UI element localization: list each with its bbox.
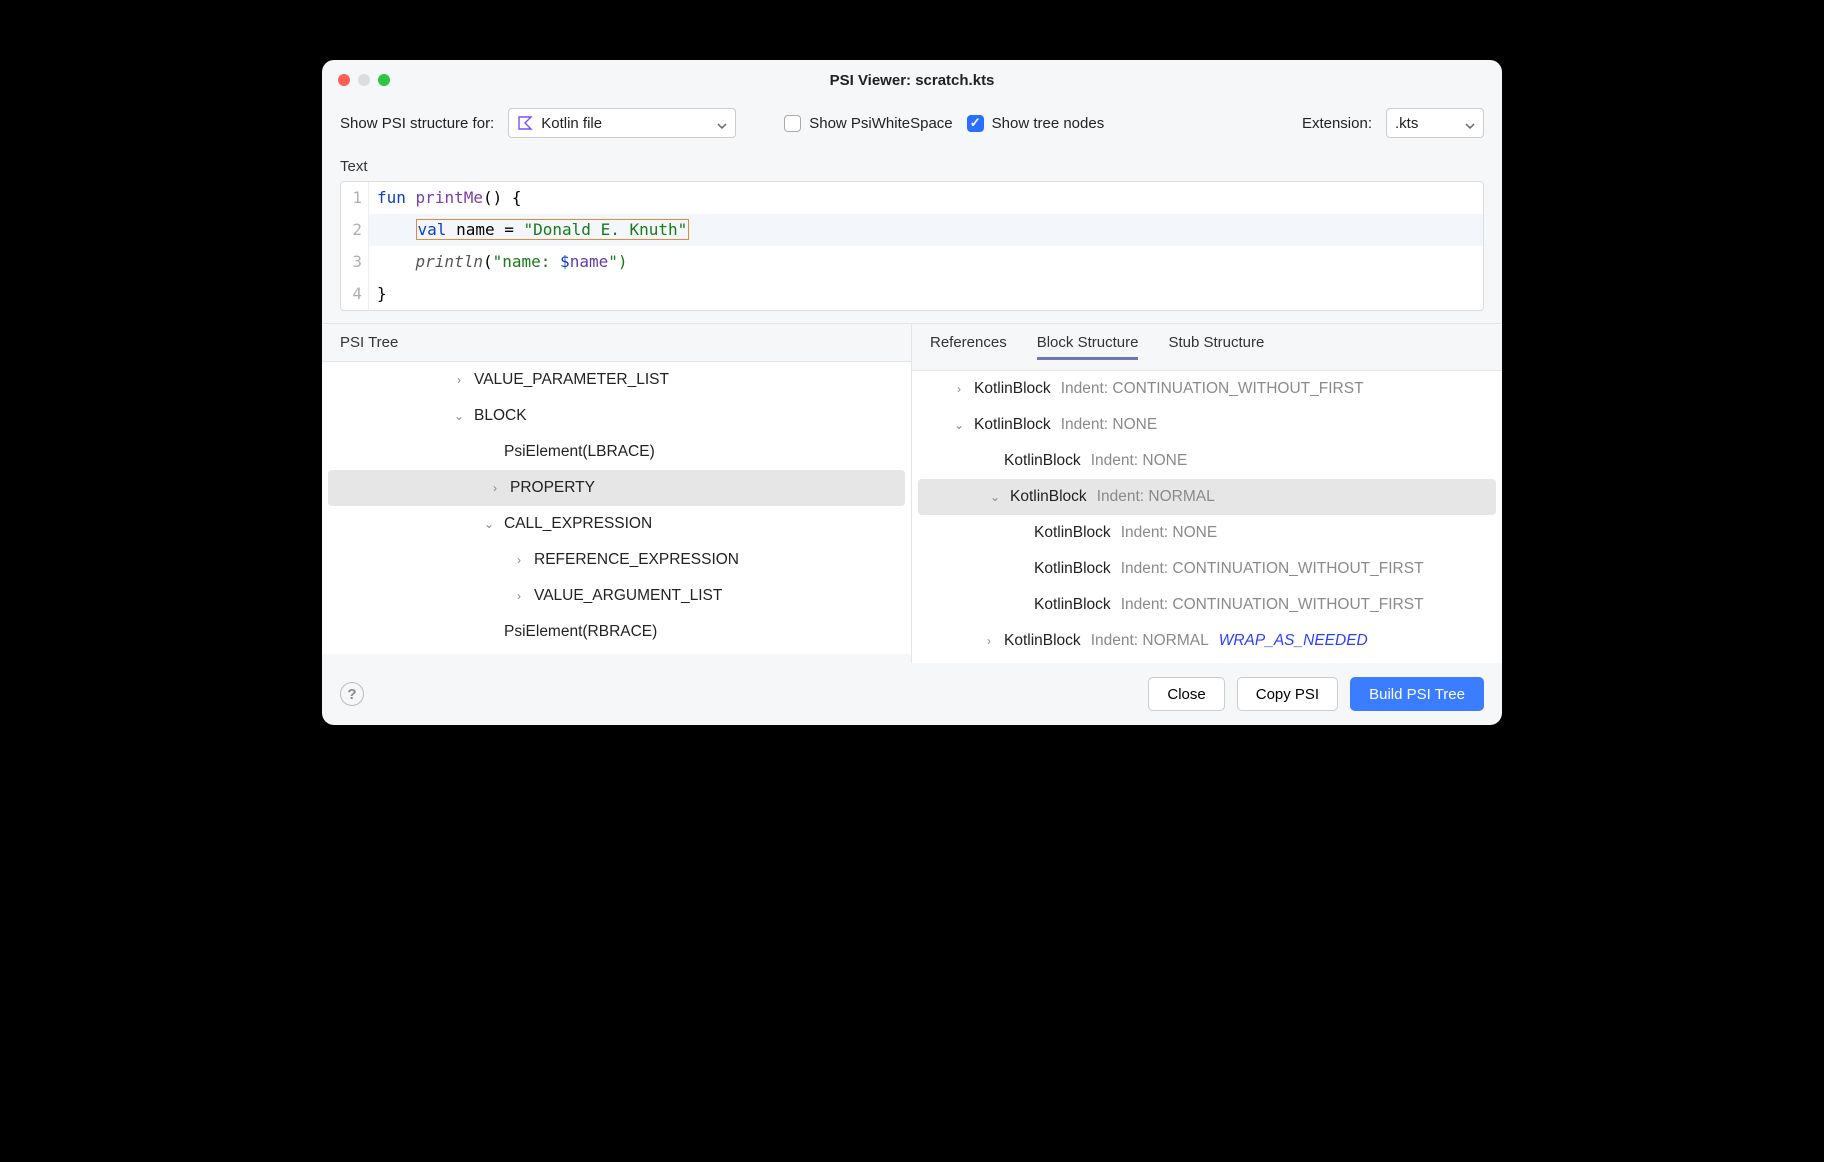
extension-value: .kts	[1395, 115, 1418, 132]
toolbar: Show PSI structure for: Kotlin file Show…	[322, 100, 1502, 148]
chevron-down-icon: ⌄	[988, 490, 1002, 504]
line-number: 1	[341, 182, 369, 214]
code-line: println("name: $name")	[369, 246, 1483, 278]
psi-tree-pane: PSI Tree › VALUE_PARAMETER_LIST ⌄ BLOCK PsiE…	[322, 324, 912, 663]
block-name: KotlinBlock	[1010, 488, 1087, 506]
tree-row[interactable]: PsiElement(RBRACE)	[322, 614, 911, 650]
tree-row[interactable]: ⌄ KotlinBlock Indent: NONE	[912, 407, 1502, 443]
chevron-right-icon: ›	[512, 589, 526, 603]
tree-node-label: PROPERTY	[510, 479, 595, 497]
chevron-right-icon: ›	[452, 373, 466, 387]
chevron-right-icon: ›	[488, 481, 502, 495]
tree-row[interactable]: KotlinBlock Indent: NONE	[912, 443, 1502, 479]
wrap-policy: WRAP_AS_NEEDED	[1219, 632, 1368, 650]
language-value: Kotlin file	[541, 115, 602, 132]
checkbox-icon	[784, 115, 801, 132]
tree-row[interactable]: KotlinBlock Indent: NONE	[912, 515, 1502, 551]
tab-stub-structure[interactable]: Stub Structure	[1168, 334, 1264, 360]
tree-row[interactable]: › VALUE_ARGUMENT_LIST	[322, 578, 911, 614]
psi-viewer-window: PSI Viewer: scratch.kts Show PSI structu…	[322, 60, 1502, 725]
line-number: 2	[341, 214, 369, 246]
text-section-label: Text	[322, 148, 1502, 181]
block-name: KotlinBlock	[1034, 596, 1111, 614]
block-name: KotlinBlock	[1004, 632, 1081, 650]
chevron-down-icon	[717, 118, 727, 128]
tree-node-label: VALUE_PARAMETER_LIST	[474, 371, 669, 389]
psi-tree-label: PSI Tree	[340, 334, 398, 351]
block-indent-info: Indent: NONE	[1061, 416, 1158, 434]
show-whitespace-checkbox[interactable]: Show PsiWhiteSpace	[784, 115, 952, 132]
chevron-down-icon	[1465, 118, 1475, 128]
details-pane: References Block Structure Stub Structur…	[912, 324, 1502, 663]
footer: ? Close Copy PSI Build PSI Tree	[322, 663, 1502, 725]
line-number: 3	[341, 246, 369, 278]
tab-block-structure[interactable]: Block Structure	[1037, 334, 1139, 360]
checkbox-checked-icon	[967, 115, 984, 132]
code-line: fun printMe() {	[369, 182, 1483, 214]
tree-node-label: PsiElement(LBRACE)	[504, 443, 655, 461]
minimize-window-icon[interactable]	[358, 74, 370, 86]
psi-tree[interactable]: › VALUE_PARAMETER_LIST ⌄ BLOCK PsiElement(LB…	[322, 361, 911, 654]
close-window-icon[interactable]	[338, 74, 350, 86]
help-icon[interactable]: ?	[340, 682, 364, 706]
chevron-right-icon: ›	[952, 382, 966, 396]
code-line: }	[369, 278, 1483, 310]
block-indent-info: Indent: NORMAL	[1097, 488, 1215, 506]
chevron-down-icon: ⌄	[452, 409, 466, 423]
code-line: val name = "Donald E. Knuth"	[369, 214, 1483, 246]
build-psi-tree-button[interactable]: Build PSI Tree	[1350, 677, 1484, 711]
chevron-down-icon: ⌄	[482, 517, 496, 531]
show-tree-nodes-checkbox[interactable]: Show tree nodes	[967, 115, 1105, 132]
block-structure-tree[interactable]: › KotlinBlock Indent: CONTINUATION_WITHOUT…	[912, 370, 1502, 663]
tree-row[interactable]: PsiElement(LBRACE)	[322, 434, 911, 470]
block-indent-info: Indent: CONTINUATION_WITHOUT_FIRST	[1121, 560, 1424, 578]
window-controls	[322, 74, 390, 86]
chevron-down-icon: ⌄	[952, 418, 966, 432]
chevron-right-icon: ›	[982, 634, 996, 648]
zoom-window-icon[interactable]	[378, 74, 390, 86]
tree-row[interactable]: › PROPERTY	[328, 470, 905, 506]
block-name: KotlinBlock	[974, 380, 1051, 398]
kotlin-icon	[517, 115, 533, 131]
tree-node-label: CALL_EXPRESSION	[504, 515, 652, 533]
tree-row[interactable]: ⌄ CALL_EXPRESSION	[322, 506, 911, 542]
show-structure-label: Show PSI structure for:	[340, 115, 494, 132]
copy-psi-button[interactable]: Copy PSI	[1237, 677, 1338, 711]
block-name: KotlinBlock	[974, 416, 1051, 434]
block-indent-info: Indent: NORMAL	[1091, 632, 1209, 650]
tree-row[interactable]: KotlinBlock Indent: CONTINUATION_WITHOUT_…	[912, 587, 1502, 623]
show-whitespace-label: Show PsiWhiteSpace	[809, 115, 952, 132]
block-indent-info: Indent: CONTINUATION_WITHOUT_FIRST	[1061, 380, 1364, 398]
block-indent-info: Indent: NONE	[1091, 452, 1188, 470]
line-number: 4	[341, 278, 369, 310]
tree-node-label: PsiElement(RBRACE)	[504, 623, 657, 641]
chevron-right-icon: ›	[512, 553, 526, 567]
tree-row[interactable]: ⌄ KotlinBlock Indent: NORMAL	[918, 479, 1496, 515]
tree-row[interactable]: › VALUE_PARAMETER_LIST	[322, 362, 911, 398]
window-title: PSI Viewer: scratch.kts	[322, 72, 1502, 89]
code-editor[interactable]: 1 fun printMe() { 2 val name = "Donald E…	[340, 181, 1484, 311]
block-name: KotlinBlock	[1034, 560, 1111, 578]
block-indent-info: Indent: CONTINUATION_WITHOUT_FIRST	[1121, 596, 1424, 614]
close-button[interactable]: Close	[1148, 677, 1224, 711]
tab-references[interactable]: References	[930, 334, 1007, 360]
tree-row[interactable]: › KotlinBlock Indent: CONTINUATION_WITHOUT…	[912, 371, 1502, 407]
language-select[interactable]: Kotlin file	[508, 108, 736, 138]
block-name: KotlinBlock	[1004, 452, 1081, 470]
tree-row[interactable]: › REFERENCE_EXPRESSION	[322, 542, 911, 578]
block-indent-info: Indent: NONE	[1121, 524, 1218, 542]
tree-row[interactable]: › KotlinBlock Indent: NORMAL WRAP_AS_NEEDED	[912, 623, 1502, 659]
titlebar: PSI Viewer: scratch.kts	[322, 60, 1502, 100]
tree-row[interactable]: KotlinBlock Indent: CONTINUATION_WITHOUT_…	[912, 551, 1502, 587]
tree-node-label: REFERENCE_EXPRESSION	[534, 551, 739, 569]
show-tree-nodes-label: Show tree nodes	[992, 115, 1105, 132]
tree-node-label: BLOCK	[474, 407, 527, 425]
panes: PSI Tree › VALUE_PARAMETER_LIST ⌄ BLOCK PsiE…	[322, 323, 1502, 663]
extension-label: Extension:	[1302, 115, 1372, 132]
block-name: KotlinBlock	[1034, 524, 1111, 542]
extension-select[interactable]: .kts	[1386, 108, 1484, 138]
tree-node-label: VALUE_ARGUMENT_LIST	[534, 587, 722, 605]
tree-row[interactable]: ⌄ BLOCK	[322, 398, 911, 434]
